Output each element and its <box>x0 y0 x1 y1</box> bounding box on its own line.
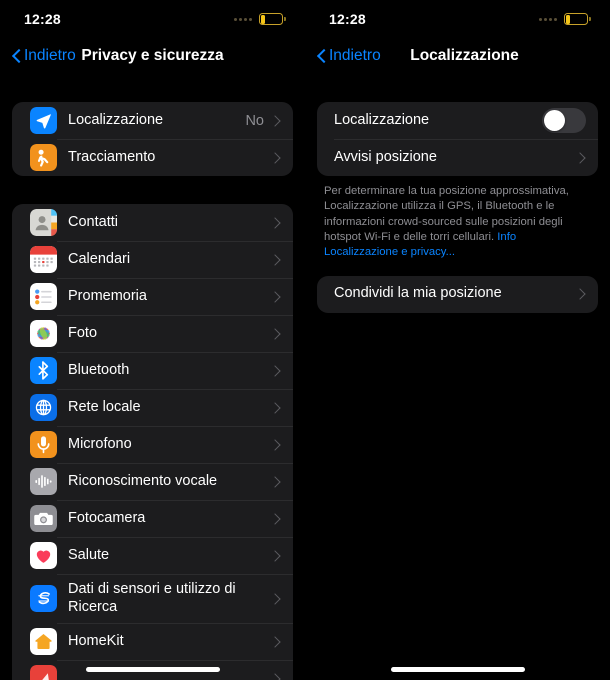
status-indicators <box>539 13 591 25</box>
row-calendari[interactable]: Calendari <box>12 241 293 278</box>
battery-low-icon <box>564 13 591 25</box>
tracking-icon <box>30 144 57 171</box>
left-phone-screen: 12:28 Indietro Privacy e sicurezza Local… <box>0 0 305 680</box>
bluetooth-icon <box>30 357 57 384</box>
row-value: No <box>245 112 264 129</box>
row-label: Rete locale <box>68 398 141 415</box>
row-label: Microfono <box>68 435 132 452</box>
row-bluetooth[interactable]: Bluetooth <box>12 352 293 389</box>
home-indicator-left <box>85 667 220 672</box>
row-label: Dati di sensori e utilizzo di Ricerca <box>68 580 236 615</box>
row-rete-locale[interactable]: Rete locale <box>12 389 293 426</box>
chevron-right-icon <box>269 512 281 525</box>
back-button-left[interactable]: Indietro <box>10 47 76 65</box>
chevron-right-icon <box>269 327 281 340</box>
row-label: Riconoscimento vocale <box>68 472 218 489</box>
row-avvisi-posizione[interactable]: Avvisi posizione <box>317 139 598 176</box>
chevron-right-icon <box>269 114 281 127</box>
row-label: Foto <box>68 324 98 341</box>
chevron-right-icon <box>269 401 281 414</box>
status-time: 12:28 <box>329 11 366 27</box>
sensor-research-icon <box>30 585 57 612</box>
status-indicators <box>234 13 286 25</box>
row-label: Tracciamento <box>68 148 156 165</box>
chevron-right-icon <box>574 151 586 164</box>
photos-app-icon <box>30 320 57 347</box>
row-localizzazione-toggle[interactable]: Localizzazione <box>317 102 598 139</box>
status-time: 12:28 <box>24 11 61 27</box>
row-tracciamento[interactable]: Tracciamento <box>12 139 293 176</box>
homekit-house-icon <box>30 628 57 655</box>
row-label: Avvisi posizione <box>334 148 437 165</box>
nav-bar-left: Indietro Privacy e sicurezza <box>0 38 305 74</box>
location-services-section: Localizzazione Avvisi posizione <box>317 102 598 176</box>
row-label: HomeKit <box>68 632 124 649</box>
speech-waveform-icon <box>30 468 57 495</box>
chevron-right-icon <box>269 672 281 680</box>
chevron-right-icon <box>269 438 281 451</box>
row-label: Salute <box>68 546 110 563</box>
toggle-knob <box>544 110 565 131</box>
location-services-toggle[interactable] <box>542 108 586 133</box>
location-arrow-icon <box>30 107 57 134</box>
back-button-right[interactable]: Indietro <box>315 47 381 65</box>
chevron-left-icon <box>317 48 326 64</box>
signal-dots-icon <box>539 17 557 21</box>
row-label: Calendari <box>68 250 131 267</box>
row-label: Condividi la mia posizione <box>334 285 502 302</box>
chevron-right-icon <box>269 475 281 488</box>
row-promemoria[interactable]: Promemoria <box>12 278 293 315</box>
row-localizzazione[interactable]: Localizzazione No <box>12 102 293 139</box>
chevron-left-icon <box>12 48 21 64</box>
row-dati-sensori[interactable]: Dati di sensori e utilizzo di Ricerca <box>12 574 293 623</box>
row-label: Localizzazione <box>334 111 430 128</box>
row-riconoscimento-vocale[interactable]: Riconoscimento vocale <box>12 463 293 500</box>
back-button-label: Indietro <box>329 47 381 64</box>
chevron-right-icon <box>269 364 281 377</box>
partially-visible-app-icon <box>30 665 57 680</box>
row-foto[interactable]: Foto <box>12 315 293 352</box>
row-homekit[interactable]: HomeKit <box>12 623 293 660</box>
footnote-text: Per determinare la tua posizione appross… <box>324 185 569 244</box>
share-location-section: Condividi la mia posizione <box>317 275 598 313</box>
battery-low-icon <box>259 13 286 25</box>
chevron-right-icon <box>269 635 281 648</box>
privacy-location-section: Localizzazione No Tracciamento <box>12 102 293 176</box>
camera-icon <box>30 505 57 532</box>
chevron-right-icon <box>269 151 281 164</box>
privacy-apps-section: Contatti Calendari Promemoria Foto Bluet… <box>12 204 293 680</box>
chevron-right-icon <box>269 592 281 605</box>
health-heart-icon <box>30 542 57 569</box>
status-bar-right: 12:28 <box>305 0 610 38</box>
row-label: Bluetooth <box>68 361 130 378</box>
back-button-label: Indietro <box>24 47 76 64</box>
row-label: Promemoria <box>68 287 147 304</box>
status-bar-left: 12:28 <box>0 0 305 38</box>
right-phone-screen: 12:28 Indietro Localizzazione Localizzaz… <box>305 0 610 680</box>
chevron-right-icon <box>269 253 281 266</box>
dual-screenshot-container: 12:28 Indietro Privacy e sicurezza Local… <box>0 0 610 680</box>
location-footnote: Per determinare la tua posizione appross… <box>324 184 592 261</box>
row-label: Localizzazione <box>68 111 164 128</box>
microphone-icon <box>30 431 57 458</box>
signal-dots-icon <box>234 17 252 21</box>
home-indicator-right <box>390 667 525 672</box>
chevron-right-icon <box>574 288 586 300</box>
chevron-right-icon <box>269 549 281 562</box>
chevron-right-icon <box>269 290 281 303</box>
nav-bar-right: Indietro Localizzazione <box>305 38 610 74</box>
row-label: Contatti <box>68 213 118 230</box>
reminders-app-icon <box>30 283 57 310</box>
row-microfono[interactable]: Microfono <box>12 426 293 463</box>
chevron-right-icon <box>269 216 281 229</box>
row-contatti[interactable]: Contatti <box>12 204 293 241</box>
row-condividi-posizione[interactable]: Condividi la mia posizione <box>317 276 598 313</box>
row-label: Fotocamera <box>68 509 146 526</box>
local-network-globe-icon <box>30 394 57 421</box>
row-salute[interactable]: Salute <box>12 537 293 574</box>
calendar-app-icon <box>30 246 57 273</box>
contacts-app-icon <box>30 209 57 236</box>
row-fotocamera[interactable]: Fotocamera <box>12 500 293 537</box>
